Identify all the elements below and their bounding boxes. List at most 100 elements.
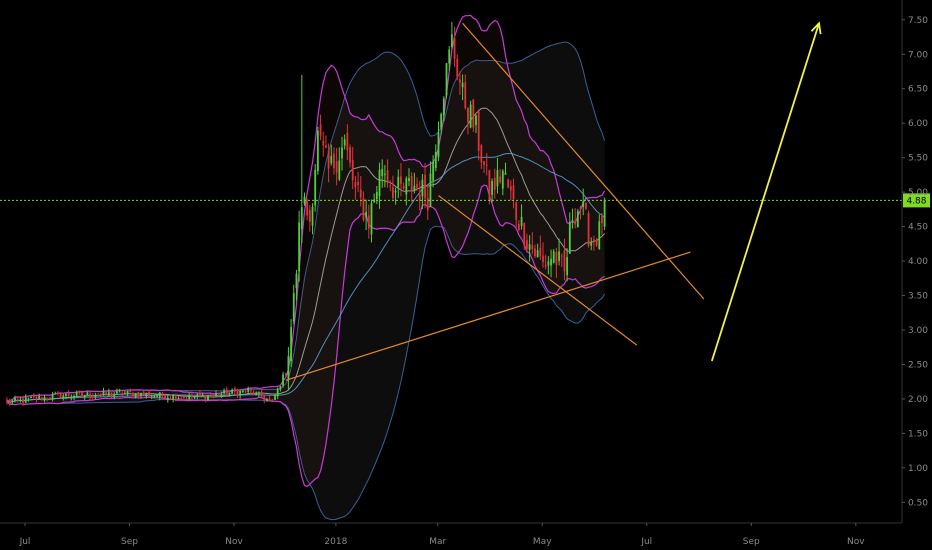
candle-body — [389, 185, 392, 187]
candle-body — [375, 192, 378, 200]
candle-body — [145, 393, 148, 397]
candle-body — [448, 49, 451, 64]
candle-body — [121, 393, 124, 395]
y-tick-label: 6.50 — [908, 85, 928, 95]
y-tick-label: 4.50 — [908, 223, 928, 233]
y-axis: 7.50 7.00 6.50 6.00 5.50 5.00 4.50 4.00 3.50 3.00… — [901, 0, 928, 523]
candle-body — [517, 224, 520, 231]
candle-body — [319, 124, 322, 136]
candle-body — [351, 160, 354, 181]
y-tick-label: 1.00 — [908, 464, 928, 474]
y-tick-label: 2.50 — [908, 360, 928, 370]
candle-body — [51, 394, 54, 400]
candle-body — [124, 393, 126, 395]
candle-body — [284, 373, 287, 375]
candle-body — [325, 145, 327, 148]
candle-body — [169, 398, 172, 400]
price-chart[interactable]: 4.88 7.50 7.00 6.50 6.00 5.50 5.00 4.50 4.00 3.5… — [0, 0, 932, 550]
candle-body — [118, 391, 121, 393]
y-tick-label: 5.00 — [908, 188, 928, 198]
candle-body — [223, 390, 225, 394]
candle-body — [11, 400, 14, 403]
candle-body — [113, 394, 116, 397]
x-tick-label: Sep — [121, 537, 138, 547]
candle-body — [57, 392, 59, 394]
candle-body — [287, 356, 290, 380]
candle-body — [459, 79, 461, 83]
candle-body — [349, 147, 351, 163]
candle-body — [558, 251, 560, 262]
candle-body — [536, 250, 539, 258]
candle-body — [434, 151, 437, 169]
candle-body — [381, 168, 384, 177]
candle-body — [89, 393, 91, 397]
y-tick-label: 5.50 — [908, 154, 928, 164]
candle-body — [555, 251, 558, 266]
candle-body — [566, 257, 569, 276]
candle-body — [469, 104, 472, 128]
candle-body — [126, 391, 129, 395]
candle-body — [333, 153, 335, 169]
candle-body — [67, 392, 70, 397]
candle-body — [601, 216, 603, 224]
candle-body — [225, 389, 228, 396]
candle-body — [8, 400, 11, 404]
candle-body — [370, 203, 373, 235]
candle-body — [477, 111, 480, 151]
candle-body — [228, 392, 231, 395]
candle-body — [292, 293, 295, 322]
candle-body — [244, 390, 247, 392]
candle-body — [156, 395, 158, 397]
candle-body — [266, 399, 268, 401]
candle-body — [402, 185, 405, 189]
candle-body — [231, 389, 234, 394]
candle-body — [62, 395, 65, 398]
candle-body — [442, 98, 445, 116]
candle-body — [38, 396, 41, 399]
candle-body — [394, 190, 397, 193]
candle-body — [552, 251, 555, 263]
candle-body — [217, 394, 220, 396]
candle-body — [99, 394, 102, 396]
candle-body — [81, 391, 83, 396]
y-tick-label: 3.00 — [908, 326, 928, 336]
candle-body — [576, 211, 579, 228]
candle-body — [306, 201, 309, 216]
candle-body — [574, 220, 577, 225]
candle-body — [539, 247, 542, 257]
candle-body — [343, 139, 346, 146]
candle-body — [416, 184, 418, 188]
candle-body — [140, 392, 142, 396]
x-tick-label: Jul — [19, 537, 31, 547]
candle-body — [421, 179, 424, 197]
candle-body — [515, 202, 518, 220]
candle-body — [212, 394, 215, 396]
candle-body — [6, 399, 8, 402]
candle-body — [491, 180, 493, 195]
candle-body — [274, 395, 276, 400]
candle-body — [571, 219, 574, 221]
candle-body — [383, 173, 386, 175]
candle-body — [196, 394, 199, 397]
candle-body — [35, 396, 38, 400]
candle-body — [83, 395, 86, 397]
candle-body — [456, 58, 459, 77]
candle-body — [43, 396, 46, 401]
candle-body — [137, 392, 140, 397]
candle-body — [249, 388, 252, 391]
candle-body — [550, 258, 552, 266]
candle-body — [437, 132, 440, 158]
candle-body — [496, 170, 499, 187]
candle-body — [102, 390, 105, 395]
candle-body — [148, 392, 150, 397]
y-tick-label: 1.50 — [908, 429, 928, 439]
candle-body — [271, 399, 274, 401]
candle-body — [392, 187, 394, 199]
candle-body — [408, 178, 410, 182]
x-tick-label: Nov — [225, 537, 243, 547]
candle-body — [263, 395, 266, 401]
candle-body — [215, 393, 217, 397]
candle-body — [429, 173, 432, 207]
candle-body — [207, 395, 209, 401]
candle-body — [14, 397, 16, 401]
